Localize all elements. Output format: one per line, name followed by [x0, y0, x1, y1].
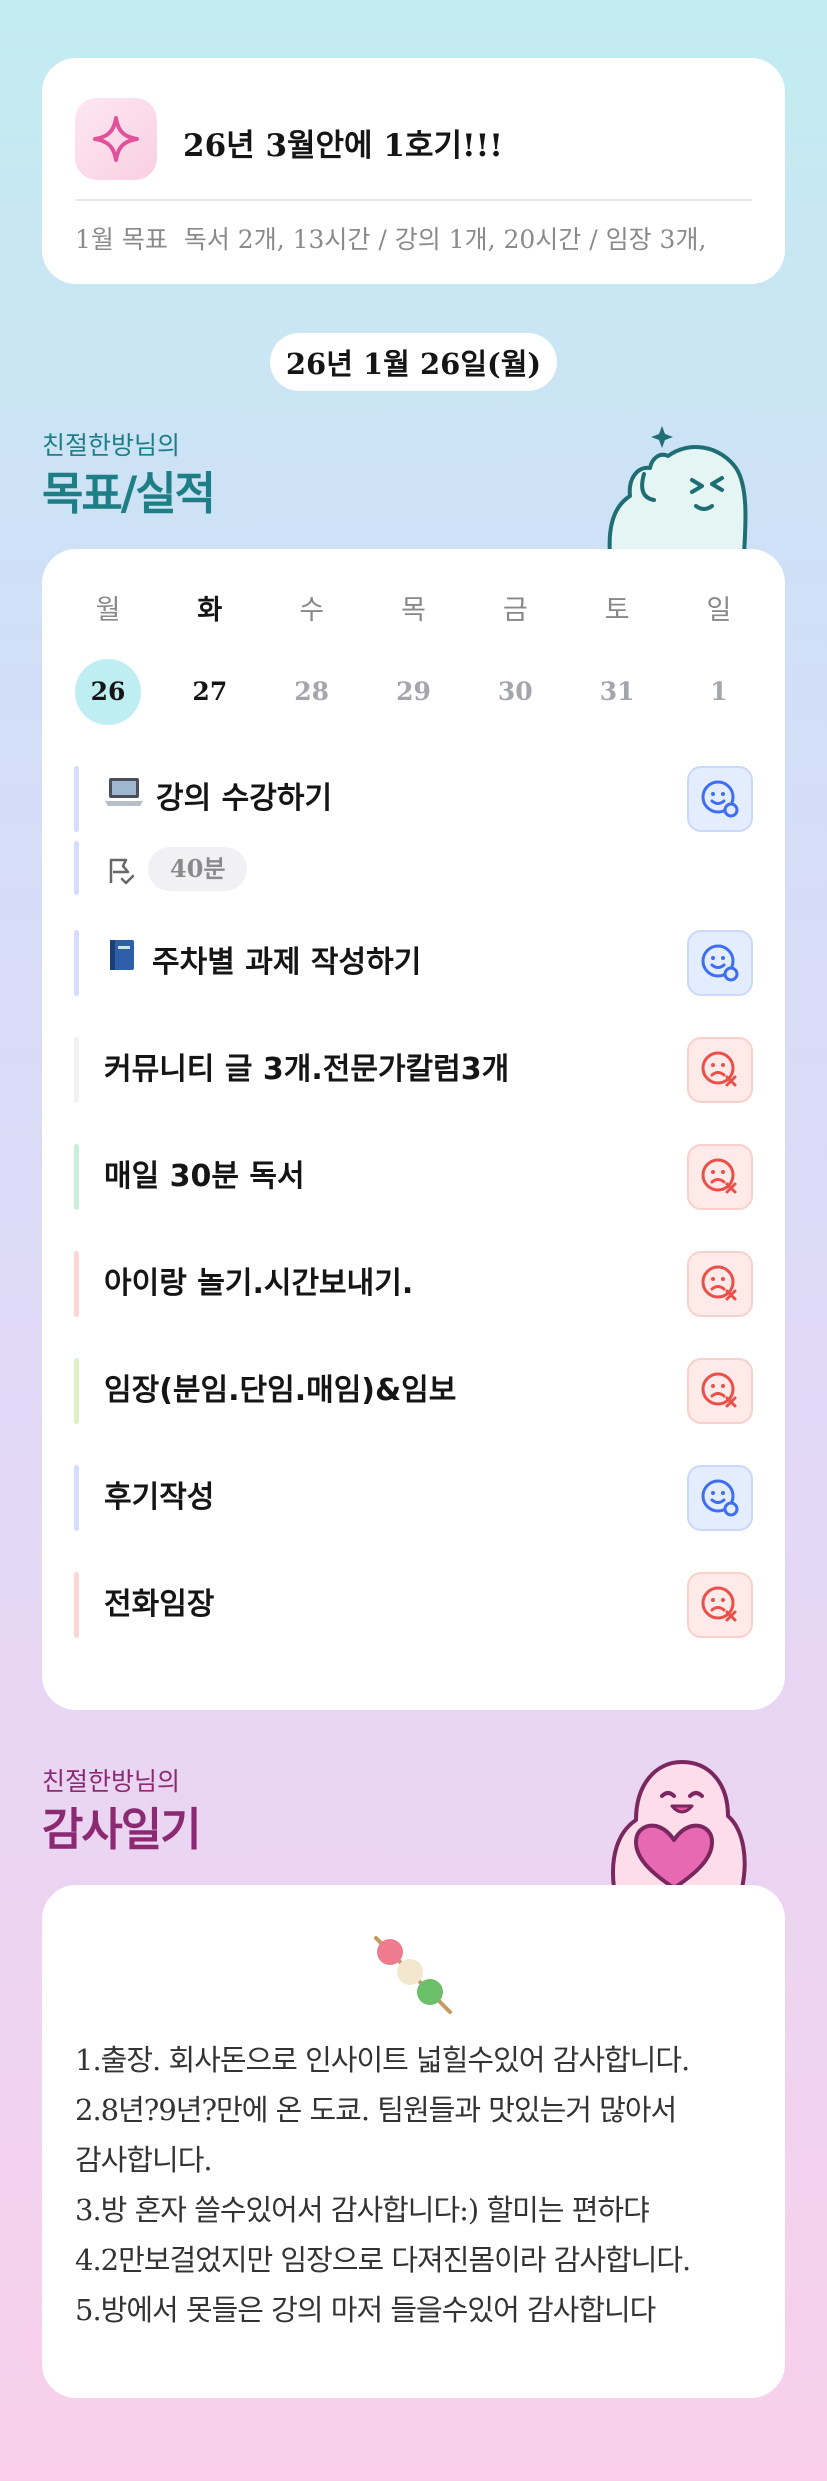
task-color-bar [74, 1358, 79, 1424]
mascot-waving-icon [600, 418, 750, 558]
day-name: 목 [401, 595, 426, 626]
sparkle-icon [75, 98, 157, 180]
calendar-day[interactable]: 목 29 [377, 591, 449, 725]
day-name: 토 [604, 595, 630, 626]
routine-title: 목표/실적 [42, 467, 216, 520]
task-item[interactable]: 매일 30분 독서 [74, 1144, 753, 1210]
task-name: 주차별 과제 작성하기 [104, 930, 421, 996]
calendar-day[interactable]: 토 31 [581, 591, 653, 725]
status-failed-button[interactable] [687, 1251, 753, 1317]
day-name: 월 [95, 595, 121, 626]
diary-line: 2.8년?9년?만에 온 도쿄. 팀원들과 맛있는거 많아서 [75, 2093, 677, 2127]
task-item[interactable]: 임장(분임.단임.매임)&임보 [74, 1358, 753, 1424]
diary-line: 4.2만보걸었지만 임장으로 다져진몸이라 감사합니다. [75, 2243, 691, 2277]
task-name: 커뮤니티 글 3개.전문가칼럼3개 [104, 1052, 510, 1087]
divider [75, 199, 752, 201]
task-item[interactable]: 강의 수강하기 [74, 766, 753, 832]
status-failed-button[interactable] [687, 1572, 753, 1638]
day-name: 화 [197, 595, 223, 626]
calendar-day[interactable]: 화 27 [174, 591, 246, 725]
diary-line: 1.출장. 회사돈으로 인사이트 넓힐수있어 감사합니다. [75, 2043, 690, 2077]
gratitude-diary-text: 1.출장. 회사돈으로 인사이트 넓힐수있어 감사합니다. 2.8년?9년?만에… [75, 2035, 691, 2335]
task-name-text: 주차별 과제 작성하기 [152, 945, 422, 980]
routine-card: 월 26 화 27 수 28 목 29 금 30 토 31 일 1 강의 수강하… [42, 549, 785, 1710]
task-item[interactable]: 주차별 과제 작성하기 [74, 930, 753, 996]
dango-icon [368, 1930, 458, 2024]
status-failed-button[interactable] [687, 1144, 753, 1210]
goal-card: 26년 3월안에 1호기!!! 1월 목표 독서 2개, 13시간 / 강의 1개… [42, 58, 785, 284]
calendar-day[interactable]: 수 28 [276, 591, 348, 725]
status-failed-button[interactable] [687, 1358, 753, 1424]
goal-title: 26년 3월안에 1호기!!! [183, 128, 503, 164]
date-selector[interactable]: 26년 1월 26일(월) [270, 333, 557, 391]
task-item[interactable]: 커뮤니티 글 3개.전문가칼럼3개 [74, 1037, 753, 1103]
task-color-bar [74, 1144, 79, 1210]
day-name: 수 [299, 595, 325, 626]
week-calendar: 월 26 화 27 수 28 목 29 금 30 토 31 일 1 [72, 591, 755, 725]
status-done-button[interactable] [687, 766, 753, 832]
diary-line: 감사합니다. [75, 2143, 213, 2177]
goal-summary: 1월 목표 독서 2개, 13시간 / 강의 1개, 20시간 / 임장 3개, [75, 220, 706, 256]
day-number: 31 [599, 677, 635, 706]
laptop-icon [104, 767, 144, 833]
status-done-button[interactable] [687, 1465, 753, 1531]
day-name: 금 [502, 595, 528, 626]
task-item[interactable]: 전화임장 [74, 1572, 753, 1638]
calendar-day[interactable]: 월 26 [72, 591, 144, 725]
task-item[interactable]: 아이랑 놀기.시간보내기. [74, 1251, 753, 1317]
task-color-bar [74, 1251, 79, 1317]
task-name: 전화임장 [104, 1587, 215, 1622]
diary-line: 5.방에서 못들은 강의 마저 들을수있어 감사합니다 [75, 2293, 656, 2327]
calendar-day[interactable]: 일 1 [683, 591, 755, 725]
flag-icon [106, 856, 136, 890]
task-item[interactable]: 후기작성 [74, 1465, 753, 1531]
task-name: 임장(분임.단임.매임)&임보 [104, 1373, 457, 1408]
book-icon [104, 931, 140, 997]
day-number: 30 [497, 677, 533, 706]
gratitude-diary-card: 1.출장. 회사돈으로 인사이트 넓힐수있어 감사합니다. 2.8년?9년?만에… [42, 1885, 785, 2398]
task-name: 매일 30분 독서 [104, 1159, 305, 1194]
day-number: 28 [294, 677, 330, 706]
goal-summary-text: 독서 2개, 13시간 / 강의 1개, 20시간 / 임장 3개, [183, 225, 707, 254]
task-color-bar [74, 841, 79, 895]
calendar-day[interactable]: 금 30 [479, 591, 551, 725]
day-number: 29 [396, 677, 431, 706]
status-done-button[interactable] [687, 930, 753, 996]
diary-line: 3.방 혼자 쓸수있어서 감사합니다:) 할미는 편하댜 [75, 2193, 650, 2227]
day-number: 1 [710, 677, 728, 706]
day-name: 일 [706, 595, 732, 626]
task-color-bar [74, 930, 79, 996]
task-color-bar [74, 1572, 79, 1638]
goal-summary-label: 1월 목표 [75, 225, 168, 254]
task-color-bar [74, 1465, 79, 1531]
task-color-bar [74, 766, 79, 832]
mascot-heart-icon [592, 1756, 756, 1892]
duration-badge: 40분 [148, 847, 248, 891]
task-name-text: 강의 수강하기 [156, 781, 333, 816]
day-number: 27 [192, 677, 228, 706]
gratitude-title: 감사일기 [42, 1803, 202, 1856]
status-failed-button[interactable] [687, 1037, 753, 1103]
task-color-bar [74, 1037, 79, 1103]
task-name: 아이랑 놀기.시간보내기. [104, 1266, 414, 1301]
day-number-selected: 26 [75, 659, 141, 725]
task-name: 강의 수강하기 [104, 766, 332, 832]
task-name: 후기작성 [104, 1480, 215, 1515]
